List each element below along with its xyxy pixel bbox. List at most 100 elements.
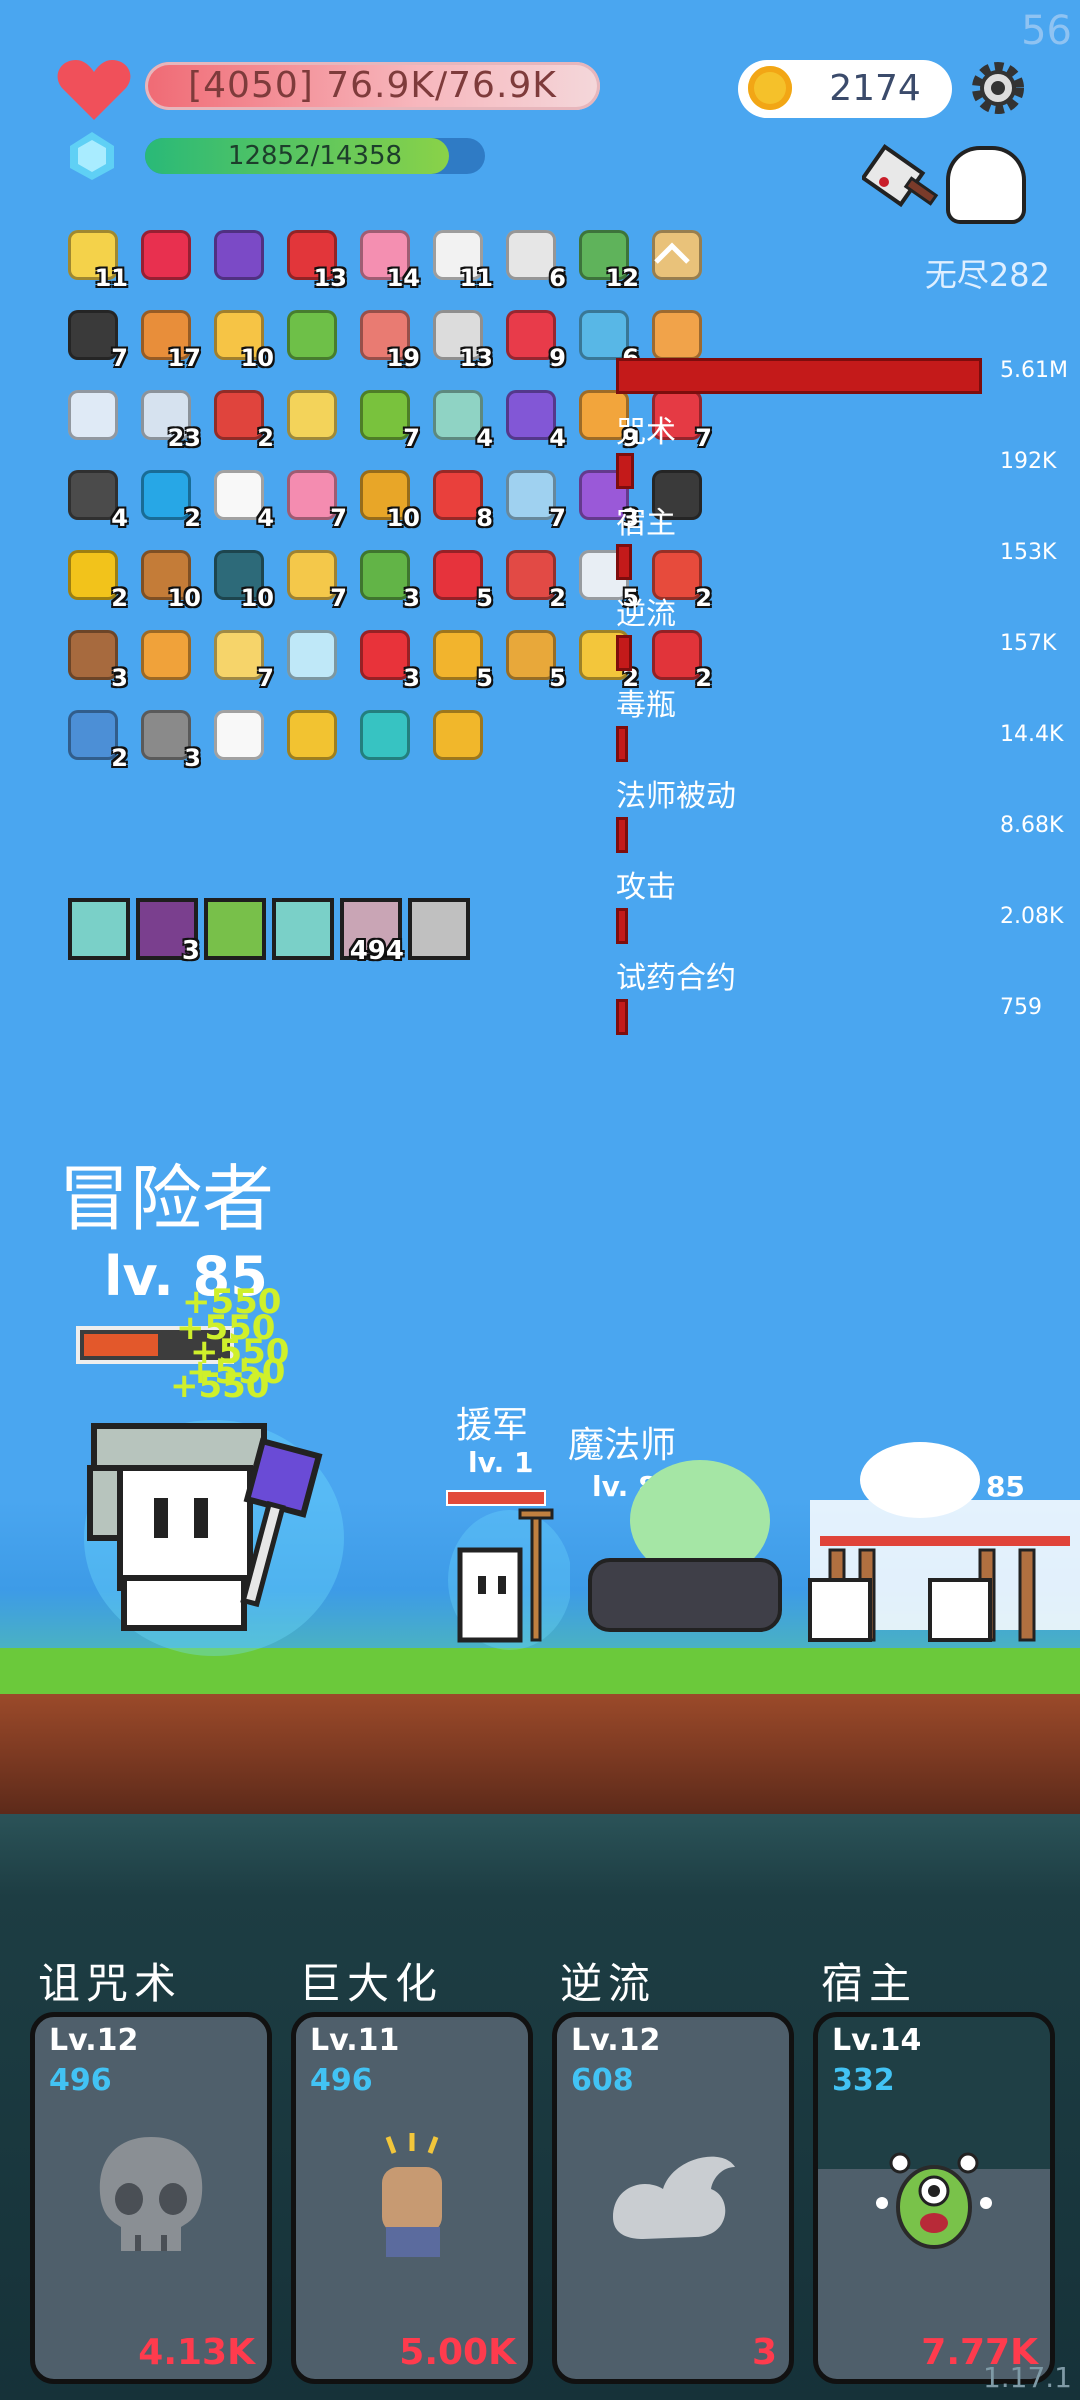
skill-card[interactable]: Lv.14 332 7.77K bbox=[813, 2012, 1055, 2384]
item-heart[interactable]: 9 bbox=[500, 304, 566, 372]
item-note-pencil[interactable]: 7 bbox=[208, 624, 274, 692]
item-goblin[interactable]: 3 bbox=[354, 544, 420, 612]
ring-icon bbox=[287, 710, 337, 760]
item-wind[interactable] bbox=[62, 384, 124, 446]
item-count: 17 bbox=[167, 344, 201, 372]
item-meteor[interactable] bbox=[135, 624, 197, 686]
skill-level: Lv.12 bbox=[571, 2023, 661, 2058]
gear-icon[interactable] bbox=[968, 58, 1028, 118]
skill-card[interactable]: Lv.12 496 4.13K bbox=[30, 2012, 272, 2384]
item-envelope[interactable]: 6 bbox=[500, 224, 566, 292]
item-broken-heart[interactable]: 2 bbox=[208, 384, 274, 452]
item-count: 10 bbox=[240, 344, 274, 372]
damage-source-label: 咒术 bbox=[616, 415, 676, 450]
item-bookmark[interactable]: 5 bbox=[427, 544, 493, 612]
item-count: 13 bbox=[313, 264, 347, 292]
demon-slot-icon[interactable]: 3 bbox=[136, 898, 200, 966]
item-crown-box[interactable]: 4 bbox=[500, 384, 566, 452]
item-spiral[interactable] bbox=[354, 704, 416, 766]
item-briefcase[interactable]: 17 bbox=[135, 304, 201, 372]
item-moon-cookie[interactable] bbox=[281, 384, 343, 446]
item-blue-shield[interactable]: 2 bbox=[62, 704, 128, 772]
item-count: 6 bbox=[549, 264, 566, 292]
item-halo[interactable] bbox=[281, 624, 343, 686]
item-percent-card[interactable]: 3 bbox=[354, 624, 420, 692]
item-cloud[interactable]: 11 bbox=[427, 224, 493, 292]
item-shield-red[interactable]: 2 bbox=[500, 544, 566, 612]
item-speech-bubble[interactable] bbox=[208, 704, 270, 766]
item-tome[interactable]: 5 bbox=[500, 624, 566, 692]
wind-icon bbox=[68, 390, 118, 440]
item-count: 7 bbox=[549, 504, 566, 532]
skill-card[interactable]: Lv.11 496 5.00K bbox=[291, 2012, 533, 2384]
item-count: 11 bbox=[459, 264, 493, 292]
light-gem-slot-icon[interactable] bbox=[68, 898, 130, 960]
ghost-boss-icon[interactable] bbox=[950, 150, 1022, 220]
item-count: 4 bbox=[476, 424, 493, 452]
item-map[interactable] bbox=[646, 304, 708, 366]
item-shirt[interactable]: 7 bbox=[500, 464, 566, 532]
leaf-slot-icon[interactable] bbox=[204, 898, 266, 960]
item-bubbles[interactable]: 23 bbox=[135, 384, 201, 452]
item-pineapple[interactable]: 5 bbox=[427, 624, 493, 692]
sword-slot-icon[interactable]: 494 bbox=[340, 898, 404, 966]
item-cash-heart[interactable]: 12 bbox=[573, 224, 639, 292]
item-count: 3 bbox=[184, 744, 201, 772]
item-potion-flask[interactable]: 6 bbox=[573, 304, 639, 372]
chevron-up-icon[interactable] bbox=[650, 232, 694, 276]
slot-count: 3 bbox=[181, 936, 200, 966]
skill-cost: 496 bbox=[310, 2063, 373, 2098]
item-cheese[interactable]: 7 bbox=[281, 544, 347, 612]
item-dessert[interactable]: 3 bbox=[62, 624, 128, 692]
item-cauldron[interactable]: 7 bbox=[62, 304, 128, 372]
skill-cost: 496 bbox=[49, 2063, 112, 2098]
shield-slot-icon[interactable] bbox=[408, 898, 470, 960]
floating-heal-text: +550 bbox=[170, 1366, 270, 1406]
item-hook[interactable]: 13 bbox=[427, 304, 493, 372]
version-label: 1.17.1 bbox=[982, 2361, 1072, 2394]
spiral-icon bbox=[360, 710, 410, 760]
item-chat-bubble[interactable]: 10 bbox=[208, 544, 274, 612]
item-bullseye[interactable]: 2 bbox=[646, 624, 712, 692]
item-count: 2 bbox=[695, 584, 712, 612]
skill-level: Lv.11 bbox=[310, 2023, 400, 2058]
cleaver-icon[interactable] bbox=[862, 142, 942, 222]
skill-level: Lv.14 bbox=[832, 2023, 922, 2058]
item-coin-stack[interactable] bbox=[427, 704, 489, 766]
item-sapphire[interactable]: 2 bbox=[135, 464, 201, 532]
item-perfume[interactable]: 7 bbox=[281, 464, 347, 532]
ally-character bbox=[448, 1508, 570, 1650]
item-count: 11 bbox=[94, 264, 128, 292]
item-wizard-hat[interactable] bbox=[208, 224, 270, 286]
damage-value: 153K bbox=[1000, 540, 1057, 565]
item-steak[interactable]: 19 bbox=[354, 304, 420, 372]
item-ghost[interactable]: 4 bbox=[208, 464, 274, 532]
item-skull-book[interactable]: 4 bbox=[62, 464, 128, 532]
light-gem-slot-icon[interactable] bbox=[272, 898, 334, 960]
item-ring[interactable] bbox=[281, 704, 343, 766]
item-ruby[interactable] bbox=[135, 224, 197, 286]
meteor-icon bbox=[141, 630, 191, 680]
damage-value: 157K bbox=[1000, 631, 1057, 656]
damage-bar bbox=[616, 908, 628, 944]
item-bow[interactable]: 10 bbox=[135, 544, 201, 612]
item-spiked-ball[interactable]: 3 bbox=[135, 704, 201, 772]
skill-card[interactable]: Lv.12 608 3 bbox=[552, 2012, 794, 2384]
item-count: 14 bbox=[386, 264, 420, 292]
item-lightbulb[interactable]: 10 bbox=[208, 304, 274, 372]
item-sunflower[interactable]: 2 bbox=[62, 544, 128, 612]
item-target-disc[interactable]: 4 bbox=[427, 384, 493, 452]
item-count: 7 bbox=[403, 424, 420, 452]
item-count: 7 bbox=[695, 424, 712, 452]
item-ice-cream[interactable]: 14 bbox=[354, 224, 420, 292]
item-lime[interactable]: 7 bbox=[354, 384, 420, 452]
item-star-card[interactable]: 11 bbox=[62, 224, 128, 292]
green-book-icon bbox=[287, 310, 337, 360]
item-sock[interactable]: 8 bbox=[427, 464, 493, 532]
heart-icon bbox=[57, 60, 131, 120]
item-mushroom[interactable]: 13 bbox=[281, 224, 347, 292]
item-green-book[interactable] bbox=[281, 304, 343, 366]
item-count: 7 bbox=[257, 664, 274, 692]
item-shell[interactable]: 10 bbox=[354, 464, 420, 532]
skill-cost: 608 bbox=[571, 2063, 634, 2098]
